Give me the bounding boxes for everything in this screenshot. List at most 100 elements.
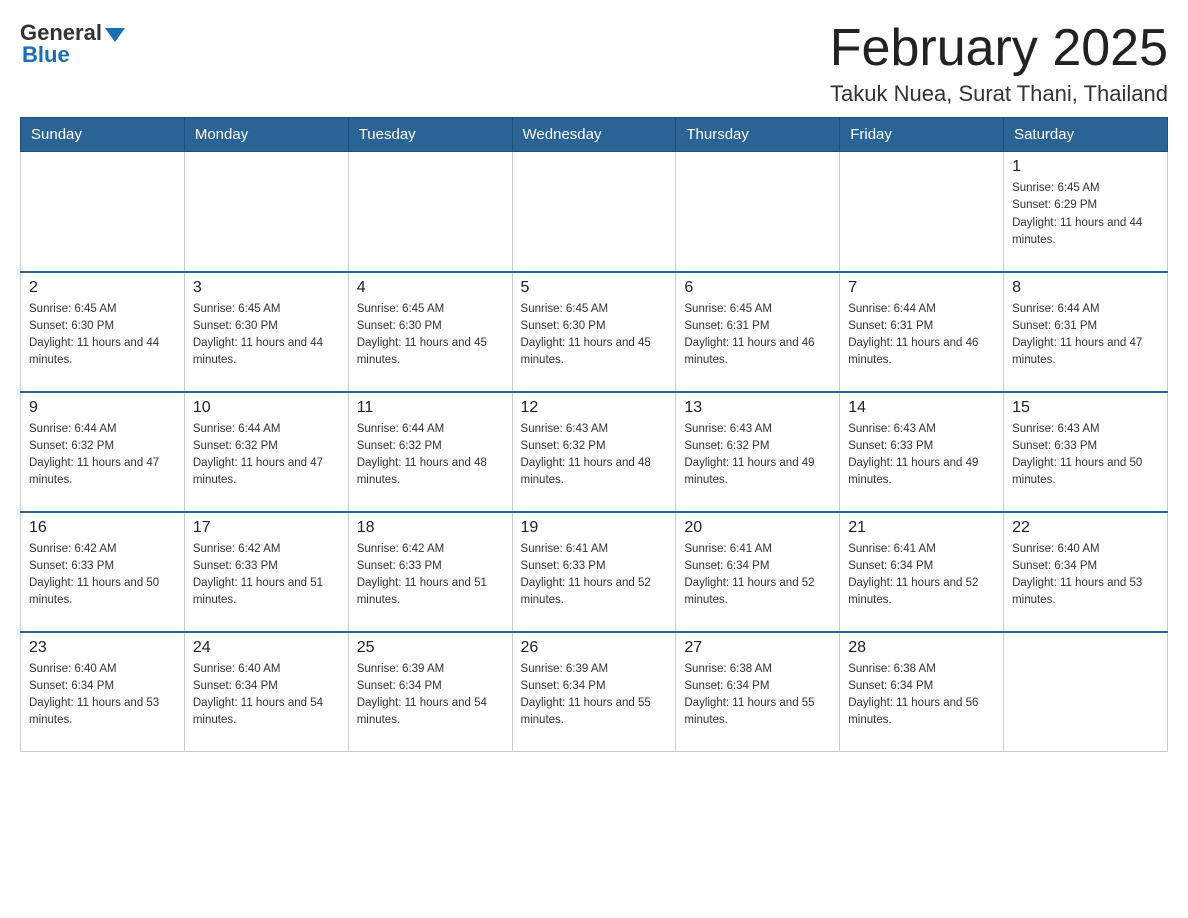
day-number: 3	[193, 279, 340, 297]
day-info: Sunrise: 6:45 AMSunset: 6:31 PMDaylight:…	[684, 301, 831, 370]
day-info: Sunrise: 6:38 AMSunset: 6:34 PMDaylight:…	[684, 661, 831, 730]
day-number: 28	[848, 639, 995, 657]
calendar-week-row: 2 Sunrise: 6:45 AMSunset: 6:30 PMDaylight…	[21, 272, 1168, 392]
calendar-cell	[840, 152, 1004, 272]
calendar-cell	[348, 152, 512, 272]
day-number: 17	[193, 519, 340, 537]
calendar-cell: 9 Sunrise: 6:44 AMSunset: 6:32 PMDaylight…	[21, 392, 185, 512]
calendar-cell: 17 Sunrise: 6:42 AMSunset: 6:33 PMDayligh…	[184, 512, 348, 632]
day-info: Sunrise: 6:39 AMSunset: 6:34 PMDaylight:…	[357, 661, 504, 730]
day-number: 20	[684, 519, 831, 537]
day-number: 22	[1012, 519, 1159, 537]
calendar-week-row: 9 Sunrise: 6:44 AMSunset: 6:32 PMDaylight…	[21, 392, 1168, 512]
day-info: Sunrise: 6:45 AMSunset: 6:29 PMDaylight:…	[1012, 180, 1159, 249]
calendar-cell: 19 Sunrise: 6:41 AMSunset: 6:33 PMDayligh…	[512, 512, 676, 632]
calendar-header-sunday: Sunday	[21, 118, 185, 152]
calendar-cell: 26 Sunrise: 6:39 AMSunset: 6:34 PMDayligh…	[512, 632, 676, 752]
day-number: 12	[521, 399, 668, 417]
day-info: Sunrise: 6:41 AMSunset: 6:34 PMDaylight:…	[848, 541, 995, 610]
day-number: 16	[29, 519, 176, 537]
calendar-header-tuesday: Tuesday	[348, 118, 512, 152]
day-info: Sunrise: 6:43 AMSunset: 6:33 PMDaylight:…	[848, 421, 995, 490]
day-info: Sunrise: 6:44 AMSunset: 6:31 PMDaylight:…	[1012, 301, 1159, 370]
day-number: 11	[357, 399, 504, 417]
calendar-cell: 23 Sunrise: 6:40 AMSunset: 6:34 PMDayligh…	[21, 632, 185, 752]
calendar-header-saturday: Saturday	[1004, 118, 1168, 152]
day-info: Sunrise: 6:38 AMSunset: 6:34 PMDaylight:…	[848, 661, 995, 730]
calendar-header-wednesday: Wednesday	[512, 118, 676, 152]
calendar-header-friday: Friday	[840, 118, 1004, 152]
day-number: 2	[29, 279, 176, 297]
day-info: Sunrise: 6:45 AMSunset: 6:30 PMDaylight:…	[193, 301, 340, 370]
calendar-week-row: 1 Sunrise: 6:45 AMSunset: 6:29 PMDaylight…	[21, 152, 1168, 272]
calendar-cell: 3 Sunrise: 6:45 AMSunset: 6:30 PMDaylight…	[184, 272, 348, 392]
day-number: 5	[521, 279, 668, 297]
calendar-cell: 12 Sunrise: 6:43 AMSunset: 6:32 PMDayligh…	[512, 392, 676, 512]
day-number: 4	[357, 279, 504, 297]
calendar-cell: 11 Sunrise: 6:44 AMSunset: 6:32 PMDayligh…	[348, 392, 512, 512]
page-header: General Blue February 2025 Takuk Nuea, S…	[20, 20, 1168, 107]
day-info: Sunrise: 6:43 AMSunset: 6:32 PMDaylight:…	[521, 421, 668, 490]
calendar-cell	[1004, 632, 1168, 752]
day-info: Sunrise: 6:40 AMSunset: 6:34 PMDaylight:…	[29, 661, 176, 730]
calendar-header-thursday: Thursday	[676, 118, 840, 152]
day-info: Sunrise: 6:44 AMSunset: 6:31 PMDaylight:…	[848, 301, 995, 370]
day-info: Sunrise: 6:45 AMSunset: 6:30 PMDaylight:…	[357, 301, 504, 370]
calendar-cell: 6 Sunrise: 6:45 AMSunset: 6:31 PMDaylight…	[676, 272, 840, 392]
calendar-cell: 10 Sunrise: 6:44 AMSunset: 6:32 PMDayligh…	[184, 392, 348, 512]
calendar-cell: 4 Sunrise: 6:45 AMSunset: 6:30 PMDaylight…	[348, 272, 512, 392]
day-number: 23	[29, 639, 176, 657]
calendar-cell: 16 Sunrise: 6:42 AMSunset: 6:33 PMDayligh…	[21, 512, 185, 632]
calendar-cell: 27 Sunrise: 6:38 AMSunset: 6:34 PMDayligh…	[676, 632, 840, 752]
calendar-cell: 20 Sunrise: 6:41 AMSunset: 6:34 PMDayligh…	[676, 512, 840, 632]
day-info: Sunrise: 6:42 AMSunset: 6:33 PMDaylight:…	[193, 541, 340, 610]
calendar-week-row: 23 Sunrise: 6:40 AMSunset: 6:34 PMDayligh…	[21, 632, 1168, 752]
calendar-header-monday: Monday	[184, 118, 348, 152]
calendar-cell: 5 Sunrise: 6:45 AMSunset: 6:30 PMDaylight…	[512, 272, 676, 392]
day-info: Sunrise: 6:40 AMSunset: 6:34 PMDaylight:…	[193, 661, 340, 730]
calendar-cell: 18Sunrise: 6:42 AMSunset: 6:33 PMDayligh…	[348, 512, 512, 632]
day-info: Sunrise: 6:44 AMSunset: 6:32 PMDaylight:…	[357, 421, 504, 490]
day-number: 14	[848, 399, 995, 417]
calendar-table: SundayMondayTuesdayWednesdayThursdayFrid…	[20, 117, 1168, 752]
calendar-cell: 13 Sunrise: 6:43 AMSunset: 6:32 PMDayligh…	[676, 392, 840, 512]
day-info: Sunrise: 6:44 AMSunset: 6:32 PMDaylight:…	[193, 421, 340, 490]
title-block: February 2025 Takuk Nuea, Surat Thani, T…	[830, 20, 1168, 107]
day-info: Sunrise: 6:42 AMSunset: 6:33 PMDaylight:…	[29, 541, 176, 610]
calendar-header-row: SundayMondayTuesdayWednesdayThursdayFrid…	[21, 118, 1168, 152]
day-info: Sunrise: 6:40 AMSunset: 6:34 PMDaylight:…	[1012, 541, 1159, 610]
calendar-cell	[21, 152, 185, 272]
logo: General Blue	[20, 20, 125, 68]
day-info: Sunrise: 6:44 AMSunset: 6:32 PMDaylight:…	[29, 421, 176, 490]
calendar-cell: 28 Sunrise: 6:38 AMSunset: 6:34 PMDayligh…	[840, 632, 1004, 752]
day-info: Sunrise: 6:45 AMSunset: 6:30 PMDaylight:…	[29, 301, 176, 370]
month-year-title: February 2025	[830, 20, 1168, 77]
calendar-cell: 8Sunrise: 6:44 AMSunset: 6:31 PMDaylight…	[1004, 272, 1168, 392]
day-number: 19	[521, 519, 668, 537]
calendar-cell: 14 Sunrise: 6:43 AMSunset: 6:33 PMDayligh…	[840, 392, 1004, 512]
day-number: 24	[193, 639, 340, 657]
day-number: 7	[848, 279, 995, 297]
day-info: Sunrise: 6:41 AMSunset: 6:34 PMDaylight:…	[684, 541, 831, 610]
day-number: 10	[193, 399, 340, 417]
day-info: Sunrise: 6:42 AMSunset: 6:33 PMDaylight:…	[357, 541, 504, 610]
day-info: Sunrise: 6:41 AMSunset: 6:33 PMDaylight:…	[521, 541, 668, 610]
calendar-week-row: 16 Sunrise: 6:42 AMSunset: 6:33 PMDayligh…	[21, 512, 1168, 632]
day-number: 6	[684, 279, 831, 297]
day-info: Sunrise: 6:43 AMSunset: 6:32 PMDaylight:…	[684, 421, 831, 490]
calendar-cell: 15Sunrise: 6:43 AMSunset: 6:33 PMDayligh…	[1004, 392, 1168, 512]
day-info: Sunrise: 6:39 AMSunset: 6:34 PMDaylight:…	[521, 661, 668, 730]
calendar-cell: 24 Sunrise: 6:40 AMSunset: 6:34 PMDayligh…	[184, 632, 348, 752]
day-number: 1	[1012, 158, 1159, 176]
calendar-cell: 25 Sunrise: 6:39 AMSunset: 6:34 PMDayligh…	[348, 632, 512, 752]
day-info: Sunrise: 6:45 AMSunset: 6:30 PMDaylight:…	[521, 301, 668, 370]
day-number: 9	[29, 399, 176, 417]
calendar-cell	[676, 152, 840, 272]
day-info: Sunrise: 6:43 AMSunset: 6:33 PMDaylight:…	[1012, 421, 1159, 490]
calendar-cell: 22 Sunrise: 6:40 AMSunset: 6:34 PMDayligh…	[1004, 512, 1168, 632]
day-number: 25	[357, 639, 504, 657]
location-subtitle: Takuk Nuea, Surat Thani, Thailand	[830, 81, 1168, 107]
day-number: 27	[684, 639, 831, 657]
day-number: 13	[684, 399, 831, 417]
day-number: 26	[521, 639, 668, 657]
